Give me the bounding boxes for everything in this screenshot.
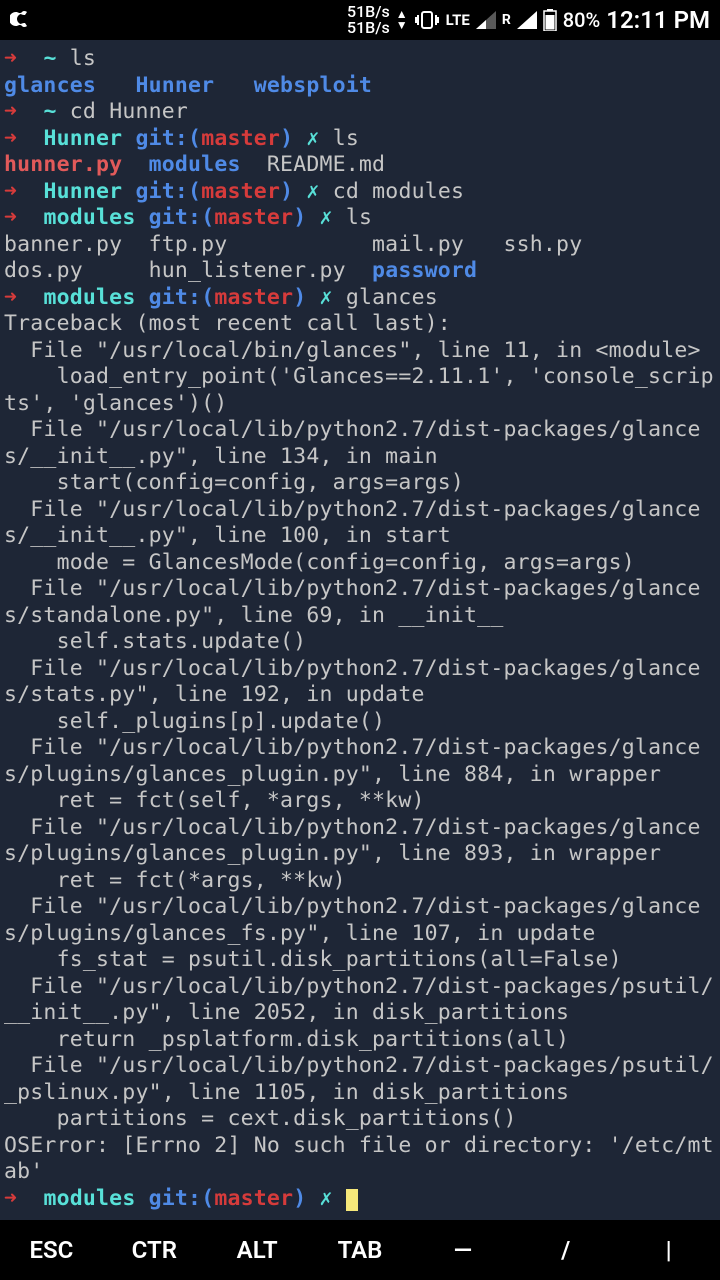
prompt-arrow: ➜ [4, 46, 17, 71]
battery-percent: 80% [563, 8, 600, 32]
key-slash[interactable]: / [514, 1236, 617, 1264]
terminal-output[interactable]: ➜ ~ ls glances Hunner websploit ➜ ~ cd H… [0, 40, 720, 1220]
file-readme: README.md [267, 152, 385, 177]
dir-glances: glances [4, 73, 96, 98]
extra-key-row: ESC CTR ALT TAB — / | [0, 1220, 720, 1280]
file-list-row: banner.py ftp.py mail.py ssh.py [4, 232, 582, 257]
lte-label: LTE [446, 11, 470, 29]
key-alt[interactable]: ALT [206, 1236, 309, 1264]
key-dash[interactable]: — [411, 1236, 514, 1264]
dir-hunner: Hunner [135, 73, 214, 98]
vibrate-icon [414, 10, 440, 30]
cursor[interactable] [346, 1189, 358, 1211]
network-speed: 51B/s 51B/s [347, 4, 390, 36]
key-pipe[interactable]: | [617, 1236, 720, 1264]
key-ctr[interactable]: CTR [103, 1236, 206, 1264]
clock: 12:11 PM [606, 6, 710, 34]
dir-websploit: websploit [254, 73, 372, 98]
speed-arrows-icon: ▲▼ [396, 9, 408, 31]
signal-icon-2 [517, 11, 537, 29]
file-hunner-py: hunner.py [4, 152, 122, 177]
android-statusbar: 51B/s 51B/s ▲▼ LTE R 80% 12:11 PM [0, 0, 720, 40]
signal-icon-1 [476, 11, 496, 29]
voice-icon [10, 9, 38, 31]
key-esc[interactable]: ESC [0, 1236, 103, 1264]
file-list-row: dos.py hun_listener.py [4, 258, 372, 283]
traceback: Traceback (most recent call last): File … [4, 311, 714, 1184]
key-tab[interactable]: TAB [309, 1236, 412, 1264]
dir-password: password [372, 258, 477, 283]
battery-icon [543, 9, 557, 31]
roaming-label: R [502, 12, 511, 28]
dir-modules: modules [149, 152, 241, 177]
